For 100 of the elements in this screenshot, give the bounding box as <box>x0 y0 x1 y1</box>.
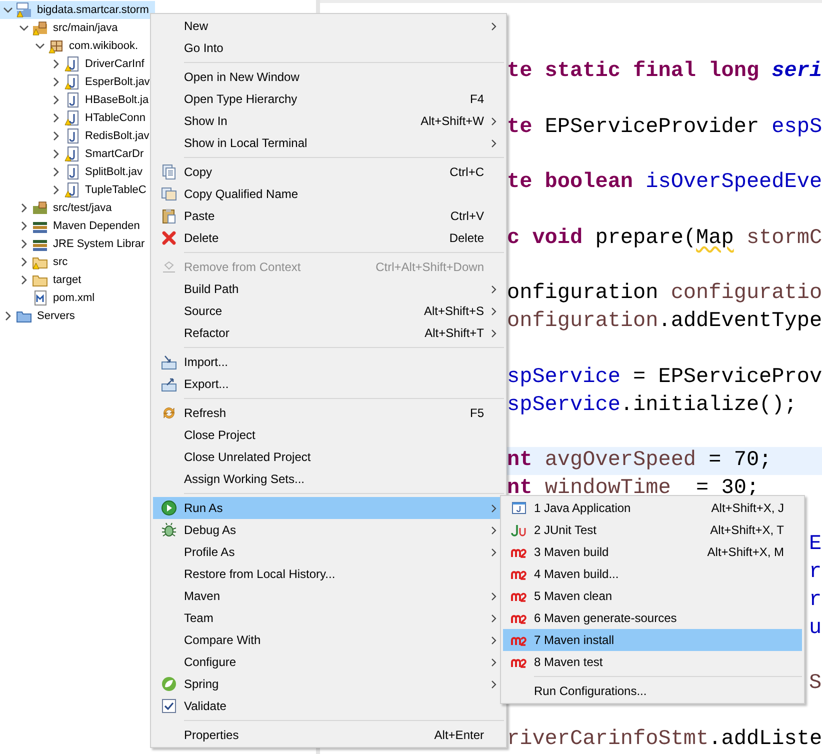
play-icon <box>160 500 176 516</box>
shortcut-text: Alt+Shift+S <box>424 304 484 318</box>
menu-item[interactable]: Assign Working Sets... <box>153 468 504 490</box>
menu-item[interactable]: 7 Maven install <box>503 629 802 651</box>
java-icon <box>64 56 80 72</box>
menu-item[interactable]: Properties Alt+Enter <box>153 724 504 746</box>
menu-item[interactable]: Go Into <box>153 37 504 59</box>
menu-item[interactable]: 5 Maven clean <box>503 585 802 607</box>
menu-item[interactable]: 2 JUnit Test Alt+Shift+X, T <box>503 519 802 541</box>
menu-item[interactable]: Show In Alt+Shift+W <box>153 110 504 132</box>
menu-item[interactable]: Paste Ctrl+V <box>153 205 504 227</box>
test-folder-icon <box>32 200 48 216</box>
leaf-icon <box>160 676 176 692</box>
menu-item[interactable]: Team <box>153 607 504 629</box>
bug-icon <box>160 522 176 538</box>
shortcut-text: F5 <box>470 406 484 420</box>
menu-item[interactable]: Compare With <box>153 629 504 651</box>
java-icon <box>64 146 80 162</box>
copy-icon <box>160 164 176 180</box>
tree-item[interactable]: com.wikibook. <box>0 37 144 55</box>
menu-item[interactable]: Run Configurations... <box>503 680 802 702</box>
menu-item[interactable]: Debug As <box>153 519 504 541</box>
menu-item[interactable]: Maven <box>153 585 504 607</box>
menu-item[interactable]: Delete Delete <box>153 227 504 249</box>
code-line: nt avgOverSpeed = 70; <box>507 448 772 474</box>
checkbox-icon <box>160 698 176 714</box>
tree-item[interactable]: DriverCarInf <box>0 55 150 73</box>
tree-item[interactable]: src/main/java <box>0 19 124 37</box>
tree-item[interactable]: JRE System Librar <box>0 235 151 253</box>
tree-item[interactable]: HTableConn <box>0 109 152 127</box>
menu-item[interactable]: Open Type Hierarchy F4 <box>153 88 504 110</box>
java-icon <box>64 74 80 90</box>
code-line: r <box>809 560 822 586</box>
code-line: c void prepare(Map stormC <box>507 226 822 252</box>
code-line: riverCarinfoStmt.addListe <box>507 727 822 754</box>
menu-item[interactable]: Configure <box>153 651 504 673</box>
shortcut-text: Delete <box>449 231 484 245</box>
tree-item[interactable]: TupleTableC <box>0 181 152 199</box>
copy-documents-icon <box>160 186 176 202</box>
clipboard-icon <box>160 208 176 224</box>
shortcut-text: Alt+Shift+W <box>420 114 484 128</box>
tree-item[interactable]: pom.xml <box>0 289 101 307</box>
menu-item[interactable]: Refresh F5 <box>153 402 504 424</box>
package-icon <box>48 38 64 54</box>
java-icon <box>64 182 80 198</box>
remove-icon <box>160 259 176 275</box>
code-line: onfiguration.addEventType <box>507 309 822 336</box>
shortcut-text: Ctrl+C <box>450 165 484 179</box>
menu-item[interactable]: Build Path <box>153 278 504 300</box>
menu-item[interactable]: Open in New Window <box>153 66 504 88</box>
menu-item[interactable]: Copy Ctrl+C <box>153 161 504 183</box>
menu-item[interactable]: Copy Qualified Name <box>153 183 504 205</box>
tree-item[interactable]: RedisBolt.jav <box>0 127 156 145</box>
menu-item[interactable]: Close Project <box>153 424 504 446</box>
tree-item[interactable]: target <box>0 271 88 289</box>
menu-item[interactable]: 3 Maven build Alt+Shift+X, M <box>503 541 802 563</box>
tree-item[interactable]: Servers <box>0 307 81 325</box>
shortcut-text: F4 <box>470 92 484 106</box>
tree-item[interactable]: src <box>0 253 74 271</box>
code-line: S <box>809 671 822 698</box>
tree-item[interactable]: HBaseBolt.ja <box>0 91 155 109</box>
shortcut-text: Alt+Shift+X, M <box>707 545 784 559</box>
code-line: u <box>809 616 822 642</box>
code-line: te boolean isOverSpeedEve <box>507 170 822 196</box>
menu-item[interactable]: Refactor Alt+Shift+T <box>153 322 504 344</box>
refresh-icon <box>160 405 176 421</box>
menu-item[interactable]: 4 Maven build... <box>503 563 802 585</box>
application-window-icon <box>510 500 526 516</box>
menu-item[interactable]: Show in Local Terminal <box>153 132 504 154</box>
shortcut-text: Alt+Enter <box>434 728 484 742</box>
code-line: E <box>809 532 822 558</box>
code-line: r <box>809 588 822 614</box>
menu-item[interactable]: Restore from Local History... <box>153 563 504 585</box>
code-line: spService = EPServiceProv <box>507 364 822 391</box>
shortcut-text: Ctrl+Alt+Shift+Down <box>376 260 484 274</box>
shortcut-text: Alt+Shift+X, J <box>711 501 784 515</box>
menu-item[interactable]: Validate <box>153 695 504 717</box>
import-tray-icon <box>160 354 176 370</box>
menu-item[interactable]: 8 Maven test <box>503 651 802 673</box>
export-tray-icon <box>160 376 176 392</box>
menu-item[interactable]: Source Alt+Shift+S <box>153 300 504 322</box>
menu-item[interactable]: Export... <box>153 373 504 395</box>
tree-item[interactable]: Maven Dependen <box>0 217 146 235</box>
menu-item[interactable]: 6 Maven generate-sources <box>503 607 802 629</box>
shortcut-text: Alt+Shift+T <box>424 326 484 340</box>
tree-item[interactable]: SplitBolt.jav <box>0 163 148 181</box>
menu-item[interactable]: Close Unrelated Project <box>153 446 504 468</box>
cross-icon <box>160 230 176 246</box>
xml-icon <box>32 290 48 306</box>
shortcut-text: Ctrl+V <box>450 209 484 223</box>
java-icon <box>64 110 80 126</box>
tree-item[interactable]: SmartCarDr <box>0 145 150 163</box>
menu-item[interactable]: New <box>153 15 504 37</box>
menu-item[interactable]: Profile As <box>153 541 504 563</box>
tree-item[interactable]: bigdata.smartcar.storm <box>0 1 155 19</box>
source-folder-icon <box>32 20 48 36</box>
tree-item[interactable]: src/test/java <box>0 199 118 217</box>
code-line: spService.initialize(); <box>507 392 797 419</box>
menu-item[interactable]: Import... <box>153 351 504 373</box>
tree-item[interactable]: EsperBolt.jav <box>0 73 156 91</box>
